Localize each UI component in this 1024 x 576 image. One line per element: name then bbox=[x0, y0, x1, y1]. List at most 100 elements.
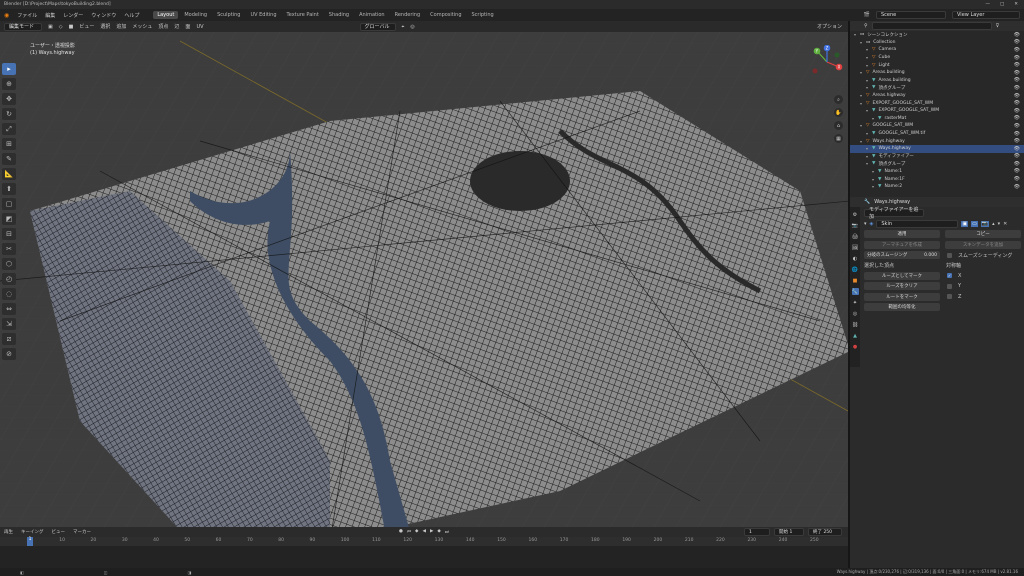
move-down-icon[interactable]: ▾ bbox=[998, 221, 1001, 227]
tab-modeling[interactable]: Modeling bbox=[180, 11, 211, 19]
edge-slide-tool-icon[interactable]: ⇔ bbox=[2, 303, 16, 315]
create-armature-button[interactable]: アーマチュアを作成 bbox=[864, 240, 940, 249]
jump-start-icon[interactable]: ⏮ bbox=[407, 529, 411, 535]
remove-modifier-icon[interactable]: ✕ bbox=[1003, 221, 1007, 227]
shear-tool-icon[interactable]: ⧄ bbox=[2, 333, 16, 345]
play-icon[interactable]: ▶ bbox=[430, 529, 433, 535]
outliner-row[interactable]: ▾ ▼ Ways.highway 👁 bbox=[850, 144, 1024, 153]
outliner-filter-icon[interactable]: ⚲ bbox=[864, 23, 868, 29]
knife-tool-icon[interactable]: ✂ bbox=[2, 243, 16, 255]
tab-animation[interactable]: Animation bbox=[355, 11, 389, 19]
outliner-funnel-icon[interactable]: ⊽ bbox=[996, 23, 1000, 29]
pan-hand-icon[interactable]: ✋ bbox=[834, 108, 843, 117]
constraints-tab-icon[interactable]: ⛓ bbox=[852, 321, 859, 328]
outliner-row[interactable]: ▾ ▼ 頂点グループ 👁 bbox=[850, 160, 1024, 168]
scene-selector[interactable]: Scene bbox=[876, 11, 946, 19]
poly-build-tool-icon[interactable]: ⬡ bbox=[2, 258, 16, 270]
tab-compositing[interactable]: Compositing bbox=[426, 11, 465, 19]
menu-face[interactable]: 面 bbox=[185, 23, 190, 30]
spin-tool-icon[interactable]: ◴ bbox=[2, 273, 16, 285]
outliner-row[interactable]: ▾ ▼ モディファイアー 👁 bbox=[850, 153, 1024, 161]
modifier-name-field[interactable]: Skin bbox=[876, 219, 959, 228]
mark-loose-button[interactable]: ルーズとしてマーク bbox=[864, 271, 940, 280]
visibility-eye-icon[interactable]: 👁 bbox=[1014, 85, 1020, 91]
tab-uv-editing[interactable]: UV Editing bbox=[246, 11, 280, 19]
prev-key-icon[interactable]: ◆ bbox=[415, 529, 418, 535]
outliner-row[interactable]: ▾ ▼ Areas.building 👁 bbox=[850, 77, 1024, 85]
menu-mesh[interactable]: メッシュ bbox=[132, 23, 152, 30]
rip-tool-icon[interactable]: ⊘ bbox=[2, 348, 16, 360]
visibility-eye-icon[interactable]: 👁 bbox=[1014, 77, 1020, 83]
menu-render[interactable]: レンダー bbox=[63, 12, 83, 19]
tab-scripting[interactable]: Scripting bbox=[468, 11, 498, 19]
add-modifier-button[interactable]: モディファイアーを追加 bbox=[864, 207, 924, 220]
cursor-tool-icon[interactable]: ⊕ bbox=[2, 78, 16, 90]
copy-button[interactable]: コピー bbox=[945, 230, 1021, 238]
tab-shading[interactable]: Shading bbox=[325, 11, 353, 19]
visibility-eye-icon[interactable]: 👁 bbox=[1014, 93, 1020, 99]
collapse-icon[interactable]: ▾ bbox=[864, 221, 867, 227]
outliner-row[interactable]: ▾ ▼ rasterMat 👁 bbox=[850, 115, 1024, 123]
visibility-eye-icon[interactable]: 👁 bbox=[1014, 176, 1020, 182]
equalize-radii-button[interactable]: 範囲の均等化 bbox=[864, 303, 940, 311]
timeline-menu-keying[interactable]: キーイング bbox=[21, 529, 44, 535]
start-frame-field[interactable]: 開始 1 bbox=[774, 528, 804, 536]
outliner-row[interactable]: ▾ ▽ Ways.highway 👁 bbox=[850, 137, 1024, 145]
scene-tab-icon[interactable]: ◐ bbox=[852, 255, 859, 262]
visibility-eye-icon[interactable]: 👁 bbox=[1014, 100, 1020, 106]
select-box-tool-icon[interactable]: ▸ bbox=[2, 63, 16, 75]
next-key-icon[interactable]: ◆ bbox=[437, 529, 440, 535]
outliner-row[interactable]: ▾ ▼ Name:2 👁 bbox=[850, 183, 1024, 191]
visibility-eye-icon[interactable]: 👁 bbox=[1014, 184, 1020, 190]
outliner-row[interactable]: ▾ ▽ EXPORT_GOOGLE_SAT_WM 👁 bbox=[850, 99, 1024, 107]
navigation-gizmo[interactable]: X Y Z bbox=[810, 45, 844, 79]
visibility-eye-icon[interactable]: 👁 bbox=[1014, 55, 1020, 61]
outliner-row[interactable]: ▾ ▭ シーンコレクション 👁 bbox=[850, 31, 1024, 39]
mark-root-button[interactable]: ルートをマーク bbox=[864, 292, 940, 301]
view-layer-selector[interactable]: View Layer bbox=[952, 11, 1020, 19]
physics-tab-icon[interactable]: ◎ bbox=[852, 310, 859, 317]
jump-end-icon[interactable]: ⏭ bbox=[445, 529, 449, 535]
end-frame-field[interactable]: 終了 250 bbox=[808, 528, 842, 536]
tab-texture-paint[interactable]: Texture Paint bbox=[283, 11, 323, 19]
render-tab-icon[interactable]: 📷 bbox=[852, 222, 859, 229]
tab-layout[interactable]: Layout bbox=[153, 11, 179, 19]
visibility-eye-icon[interactable]: 👁 bbox=[1014, 47, 1020, 53]
menu-add[interactable]: 追加 bbox=[116, 23, 126, 30]
visibility-eye-icon[interactable]: 👁 bbox=[1014, 146, 1020, 152]
options-menu[interactable]: オプション bbox=[817, 23, 842, 30]
visibility-eye-icon[interactable]: 👁 bbox=[1014, 32, 1020, 38]
outliner-row[interactable]: ▾ ▭ Collection 👁 bbox=[850, 39, 1024, 47]
material-tab-icon[interactable]: ● bbox=[852, 343, 859, 350]
smooth-tool-icon[interactable]: ◌ bbox=[2, 288, 16, 300]
timeline-ruler[interactable]: 1102030405060708090100110120130140150160… bbox=[0, 537, 848, 546]
move-tool-icon[interactable]: ✥ bbox=[2, 93, 16, 105]
smooth-shading-checkbox[interactable] bbox=[947, 252, 952, 258]
clear-loose-button[interactable]: ルーズをクリア bbox=[864, 282, 940, 290]
branch-smoothing-field[interactable]: 分岐のスムージング 0.000 bbox=[864, 251, 940, 259]
grid-view-icon[interactable]: ▦ bbox=[834, 134, 843, 143]
transform-orientation[interactable]: グローバル bbox=[359, 22, 396, 31]
tab-rendering[interactable]: Rendering bbox=[391, 11, 425, 19]
visibility-eye-icon[interactable]: 👁 bbox=[1014, 161, 1020, 167]
visibility-eye-icon[interactable]: 👁 bbox=[1014, 115, 1020, 121]
menu-uv[interactable]: UV bbox=[196, 24, 203, 30]
menu-select[interactable]: 選択 bbox=[100, 23, 110, 30]
menu-view[interactable]: ビュー bbox=[79, 23, 94, 30]
visibility-eye-icon[interactable]: 👁 bbox=[1014, 153, 1020, 159]
world-tab-icon[interactable]: 🌐 bbox=[852, 266, 859, 273]
minimize-button[interactable]: — bbox=[985, 2, 990, 7]
record-icon[interactable]: ● bbox=[399, 529, 403, 535]
outliner-row[interactable]: ▾ ▼ Name:1 👁 bbox=[850, 168, 1024, 176]
menu-file[interactable]: ファイル bbox=[17, 12, 37, 19]
blender-logo-icon[interactable]: ◉ bbox=[4, 12, 9, 19]
scale-tool-icon[interactable]: ⤢ bbox=[2, 123, 16, 135]
viewport-toggle-icon[interactable]: ▭ bbox=[971, 220, 978, 227]
outliner-row[interactable]: ▾ ▽ GOOGLE_SAT_WM 👁 bbox=[850, 122, 1024, 130]
menu-window[interactable]: ウィンドウ bbox=[91, 12, 116, 19]
data-tab-icon[interactable]: ▲ bbox=[852, 332, 859, 339]
maximize-button[interactable]: □ bbox=[1000, 2, 1004, 7]
timeline-menu-playback[interactable]: 再生 bbox=[4, 529, 13, 535]
output-tab-icon[interactable]: 🖨 bbox=[852, 233, 859, 240]
outliner-search-input[interactable] bbox=[871, 22, 992, 30]
